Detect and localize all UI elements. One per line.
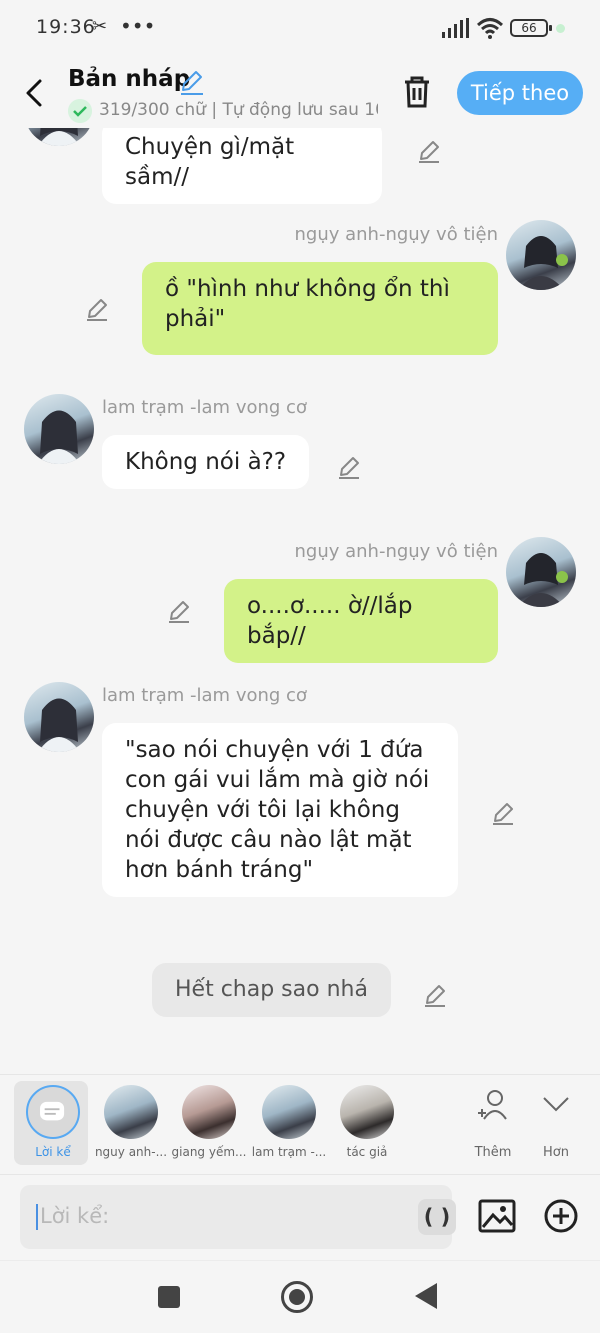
message-text: ồ "hình như không ổn thì phải" (165, 276, 450, 332)
check-icon (68, 99, 92, 123)
edit-pencil-icon[interactable] (490, 800, 516, 826)
character-avatar (182, 1085, 236, 1139)
avatar-lam-tram[interactable] (24, 394, 94, 464)
chat-bubble-icon (40, 1101, 65, 1121)
status-bar: 19:36 ✂ ••• 66 (0, 0, 600, 58)
character-avatar (340, 1085, 394, 1139)
message-text: Chuyện gì/mặt sầm// (125, 134, 295, 190)
character-avatar (104, 1085, 158, 1139)
speaker-name: lam trạm -lam vong cơ (102, 397, 307, 418)
speaker-name: ngụy anh-ngụy vô tiện (294, 224, 498, 245)
battery-level: 66 (521, 21, 537, 35)
header: Bản nháp 319/300 chữ | Tự động lưu sau 1… (0, 58, 600, 128)
signal-icon (442, 18, 469, 38)
plus-circle-icon[interactable] (542, 1197, 580, 1235)
message-bubble[interactable]: ồ "hình như không ổn thì phải" (142, 262, 498, 355)
input-placeholder: Lời kể: (40, 1204, 110, 1228)
message-text: o....ơ..... ờ//lắp bắp// (247, 593, 413, 649)
back-triangle-icon[interactable] (415, 1283, 437, 1309)
message-bubble[interactable]: o....ơ..... ờ//lắp bắp// (224, 579, 498, 663)
add-label: Thêm (474, 1145, 512, 1160)
character-name: tác giả (346, 1145, 388, 1159)
edit-title-icon[interactable] (178, 68, 206, 96)
battery-icon: 66 (510, 19, 552, 37)
wifi-icon (476, 18, 504, 39)
character-bar: Lời kể nguy anh-... giang yếm... lam trạ… (0, 1074, 600, 1174)
character-name: lam trạm -... (251, 1145, 327, 1159)
message-bubble[interactable]: "sao nói chuyện với 1 đứa con gái vui lắ… (102, 723, 458, 897)
narrator-avatar (26, 1085, 80, 1139)
message-bubble[interactable]: Không nói à?? (102, 435, 310, 489)
message-text: "sao nói chuyện với 1 đứa con gái vui lắ… (125, 737, 430, 883)
avatar-nguy-anh[interactable] (506, 220, 576, 290)
text-caret (36, 1204, 38, 1230)
avatar-nguy-anh[interactable] (506, 537, 576, 607)
character-nguy-anh[interactable]: nguy anh-... (92, 1081, 170, 1165)
system-nav-bar (0, 1260, 600, 1333)
character-name: giang yếm... (171, 1145, 247, 1159)
image-icon[interactable] (478, 1197, 516, 1235)
chat-area[interactable]: Chuyện gì/mặt sầm// ngụy anh-ngụy vô tiệ… (0, 0, 600, 1074)
page-title: Bản nháp (68, 66, 191, 92)
edit-pencil-icon[interactable] (84, 296, 110, 322)
more-button[interactable]: Hơn (526, 1081, 586, 1165)
character-avatar (262, 1085, 316, 1139)
character-narrator[interactable]: Lời kể (14, 1081, 88, 1165)
subtitle-text: 319/300 chữ | Tự động lưu sau 10 (99, 100, 378, 120)
character-name: Lời kể (35, 1145, 71, 1159)
add-person-icon (478, 1090, 507, 1120)
add-character-button[interactable]: Thêm (463, 1081, 523, 1165)
character-tac-gia[interactable]: tác giả (328, 1081, 406, 1165)
edit-pencil-icon[interactable] (166, 598, 192, 624)
narration-input[interactable]: Lời kể: ( ) (20, 1185, 456, 1249)
parentheses-button[interactable]: ( ) (418, 1199, 456, 1235)
speaker-name: ngụy anh-ngụy vô tiện (294, 541, 498, 562)
speaker-name: lam trạm -lam vong cơ (102, 685, 307, 706)
message-bubble[interactable]: Chuyện gì/mặt sầm// (102, 120, 382, 204)
more-dots-icon: ••• (120, 14, 156, 38)
message-text: Không nói à?? (125, 449, 287, 475)
edit-pencil-icon[interactable] (422, 982, 448, 1008)
character-giang-yem[interactable]: giang yếm... (170, 1081, 248, 1165)
privacy-dot-icon (556, 24, 565, 33)
home-icon[interactable] (281, 1281, 313, 1313)
recent-apps-icon[interactable] (158, 1286, 180, 1308)
next-button[interactable]: Tiếp theo (457, 71, 583, 115)
capcut-icon: ✂ (92, 16, 108, 37)
narration-bubble[interactable]: Hết chap sao nhá (152, 963, 391, 1017)
avatar-lam-tram[interactable] (24, 682, 94, 752)
back-arrow-icon[interactable] (20, 76, 50, 110)
message-text: Hết chap sao nhá (175, 977, 368, 1002)
edit-pencil-icon[interactable] (416, 138, 442, 164)
trash-icon[interactable] (400, 74, 434, 110)
status-time: 19:36 (36, 16, 96, 38)
word-count-status: 319/300 chữ | Tự động lưu sau 10 (68, 98, 378, 124)
more-label: Hơn (543, 1145, 569, 1160)
edit-pencil-icon[interactable] (336, 454, 362, 480)
chevron-down-icon (543, 1097, 569, 1112)
character-lam-tram[interactable]: lam trạm -... (250, 1081, 328, 1165)
input-row: Lời kể: ( ) (0, 1174, 600, 1260)
character-name: nguy anh-... (94, 1145, 168, 1159)
